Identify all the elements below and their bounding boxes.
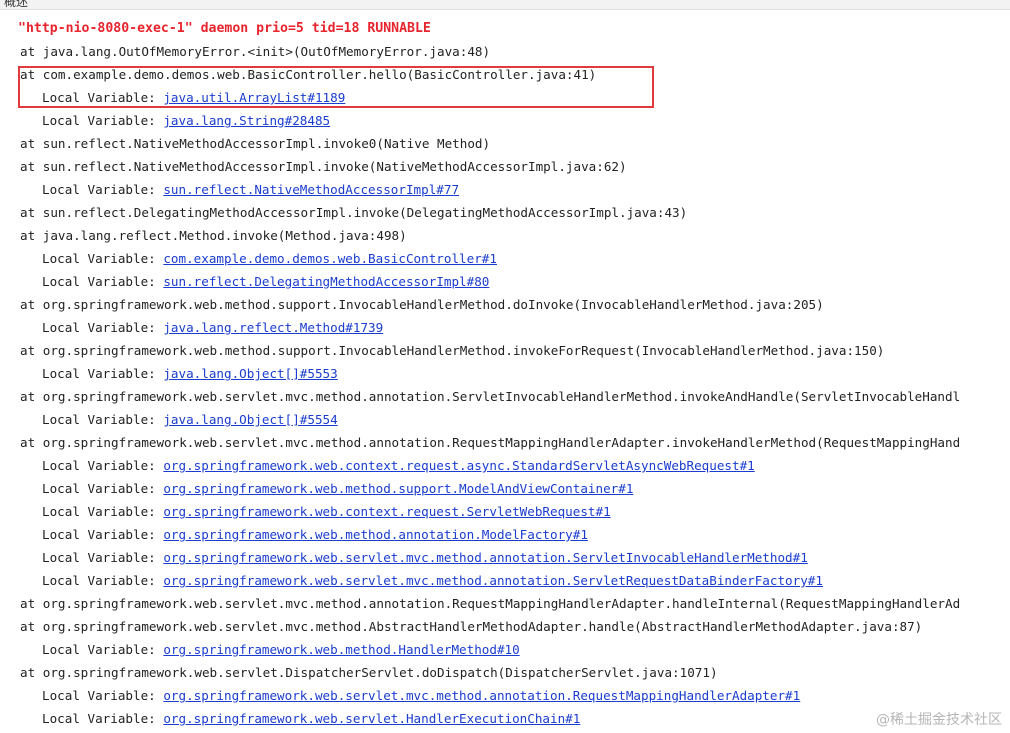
heap-dump-thread-view: 概述 "http-nio-8080-exec-1" daemon prio=5 … — [0, 0, 1010, 733]
stack-frame-line: at sun.reflect.DelegatingMethodAccessorI… — [20, 205, 688, 220]
local-variable-label: Local Variable: — [42, 481, 164, 496]
stack-trace-list: at java.lang.OutOfMemoryError.<init>(Out… — [0, 40, 1010, 730]
local-variable-line: Local Variable: java.util.ArrayList#1189 — [0, 86, 1010, 109]
stack-frame-line: at com.example.demo.demos.web.BasicContr… — [20, 67, 597, 82]
local-variable-line: Local Variable: org.springframework.web.… — [0, 638, 1010, 661]
local-variable-label: Local Variable: — [42, 550, 164, 565]
object-reference-link[interactable]: org.springframework.web.context.request.… — [163, 504, 610, 519]
local-variable-label: Local Variable: — [42, 504, 164, 519]
object-reference-link[interactable]: java.util.ArrayList#1189 — [163, 90, 345, 105]
stack-frame-line: at org.springframework.web.servlet.mvc.m… — [20, 619, 923, 634]
local-variable-line: Local Variable: sun.reflect.DelegatingMe… — [0, 270, 1010, 293]
object-reference-link[interactable]: org.springframework.web.servlet.mvc.meth… — [163, 573, 823, 588]
local-variable-line: Local Variable: java.lang.reflect.Method… — [0, 316, 1010, 339]
thread-header: "http-nio-8080-exec-1" daemon prio=5 tid… — [18, 21, 431, 36]
stack-frame-line: at org.springframework.web.servlet.mvc.m… — [20, 389, 961, 404]
stack-frame-line: at sun.reflect.NativeMethodAccessorImpl.… — [20, 159, 627, 174]
local-variable-label: Local Variable: — [42, 113, 164, 128]
stack-frame-line: at sun.reflect.NativeMethodAccessorImpl.… — [20, 136, 491, 151]
local-variable-label: Local Variable: — [42, 274, 164, 289]
local-variable-label: Local Variable: — [42, 642, 164, 657]
tab-overview[interactable]: 概述 — [4, 0, 28, 9]
watermark: @稀土掘金技术社区 — [876, 712, 1002, 728]
top-tab-bar: 概述 — [0, 0, 1010, 10]
stack-frame-line: at org.springframework.web.servlet.Dispa… — [20, 665, 718, 680]
object-reference-link[interactable]: org.springframework.web.method.HandlerMe… — [163, 642, 519, 657]
object-reference-link[interactable]: sun.reflect.NativeMethodAccessorImpl#77 — [163, 182, 459, 197]
object-reference-link[interactable]: org.springframework.web.method.annotatio… — [163, 527, 588, 542]
object-reference-link[interactable]: org.springframework.web.servlet.mvc.meth… — [163, 550, 807, 565]
local-variable-line: Local Variable: java.lang.Object[]#5553 — [0, 362, 1010, 385]
local-variable-label: Local Variable: — [42, 711, 164, 726]
local-variable-label: Local Variable: — [42, 458, 164, 473]
local-variable-line: Local Variable: org.springframework.web.… — [0, 523, 1010, 546]
local-variable-line: Local Variable: org.springframework.web.… — [0, 454, 1010, 477]
local-variable-label: Local Variable: — [42, 366, 164, 381]
object-reference-link[interactable]: java.lang.Object[]#5553 — [163, 366, 337, 381]
local-variable-line: Local Variable: com.example.demo.demos.w… — [0, 247, 1010, 270]
local-variable-label: Local Variable: — [42, 688, 164, 703]
local-variable-line: Local Variable: org.springframework.web.… — [0, 569, 1010, 592]
object-reference-link[interactable]: java.lang.Object[]#5554 — [163, 412, 337, 427]
local-variable-line: Local Variable: sun.reflect.NativeMethod… — [0, 178, 1010, 201]
object-reference-link[interactable]: org.springframework.web.servlet.HandlerE… — [163, 711, 580, 726]
local-variable-label: Local Variable: — [42, 251, 164, 266]
stack-frame-line: at org.springframework.web.method.suppor… — [20, 343, 885, 358]
stack-frame-line: at org.springframework.web.servlet.mvc.m… — [20, 435, 961, 450]
local-variable-line: Local Variable: org.springframework.web.… — [0, 707, 1010, 730]
object-reference-link[interactable]: org.springframework.web.context.request.… — [163, 458, 754, 473]
object-reference-link[interactable]: org.springframework.web.servlet.mvc.meth… — [163, 688, 800, 703]
local-variable-label: Local Variable: — [42, 412, 164, 427]
local-variable-line: Local Variable: org.springframework.web.… — [0, 546, 1010, 569]
local-variable-line: Local Variable: org.springframework.web.… — [0, 500, 1010, 523]
object-reference-link[interactable]: com.example.demo.demos.web.BasicControll… — [163, 251, 497, 266]
object-reference-link[interactable]: java.lang.reflect.Method#1739 — [163, 320, 383, 335]
local-variable-line: Local Variable: java.lang.Object[]#5554 — [0, 408, 1010, 431]
object-reference-link[interactable]: org.springframework.web.method.support.M… — [163, 481, 633, 496]
stack-frame-line: at org.springframework.web.method.suppor… — [20, 297, 824, 312]
local-variable-label: Local Variable: — [42, 90, 164, 105]
local-variable-line: Local Variable: org.springframework.web.… — [0, 477, 1010, 500]
stack-frame-line: at org.springframework.web.servlet.mvc.m… — [20, 596, 961, 611]
local-variable-label: Local Variable: — [42, 182, 164, 197]
object-reference-link[interactable]: sun.reflect.DelegatingMethodAccessorImpl… — [163, 274, 489, 289]
local-variable-line: Local Variable: org.springframework.web.… — [0, 684, 1010, 707]
stack-frame-line: at java.lang.OutOfMemoryError.<init>(Out… — [20, 44, 491, 59]
stack-frame-line: at java.lang.reflect.Method.invoke(Metho… — [20, 228, 407, 243]
local-variable-line: Local Variable: java.lang.String#28485 — [0, 109, 1010, 132]
local-variable-label: Local Variable: — [42, 320, 164, 335]
object-reference-link[interactable]: java.lang.String#28485 — [163, 113, 330, 128]
local-variable-label: Local Variable: — [42, 573, 164, 588]
local-variable-label: Local Variable: — [42, 527, 164, 542]
